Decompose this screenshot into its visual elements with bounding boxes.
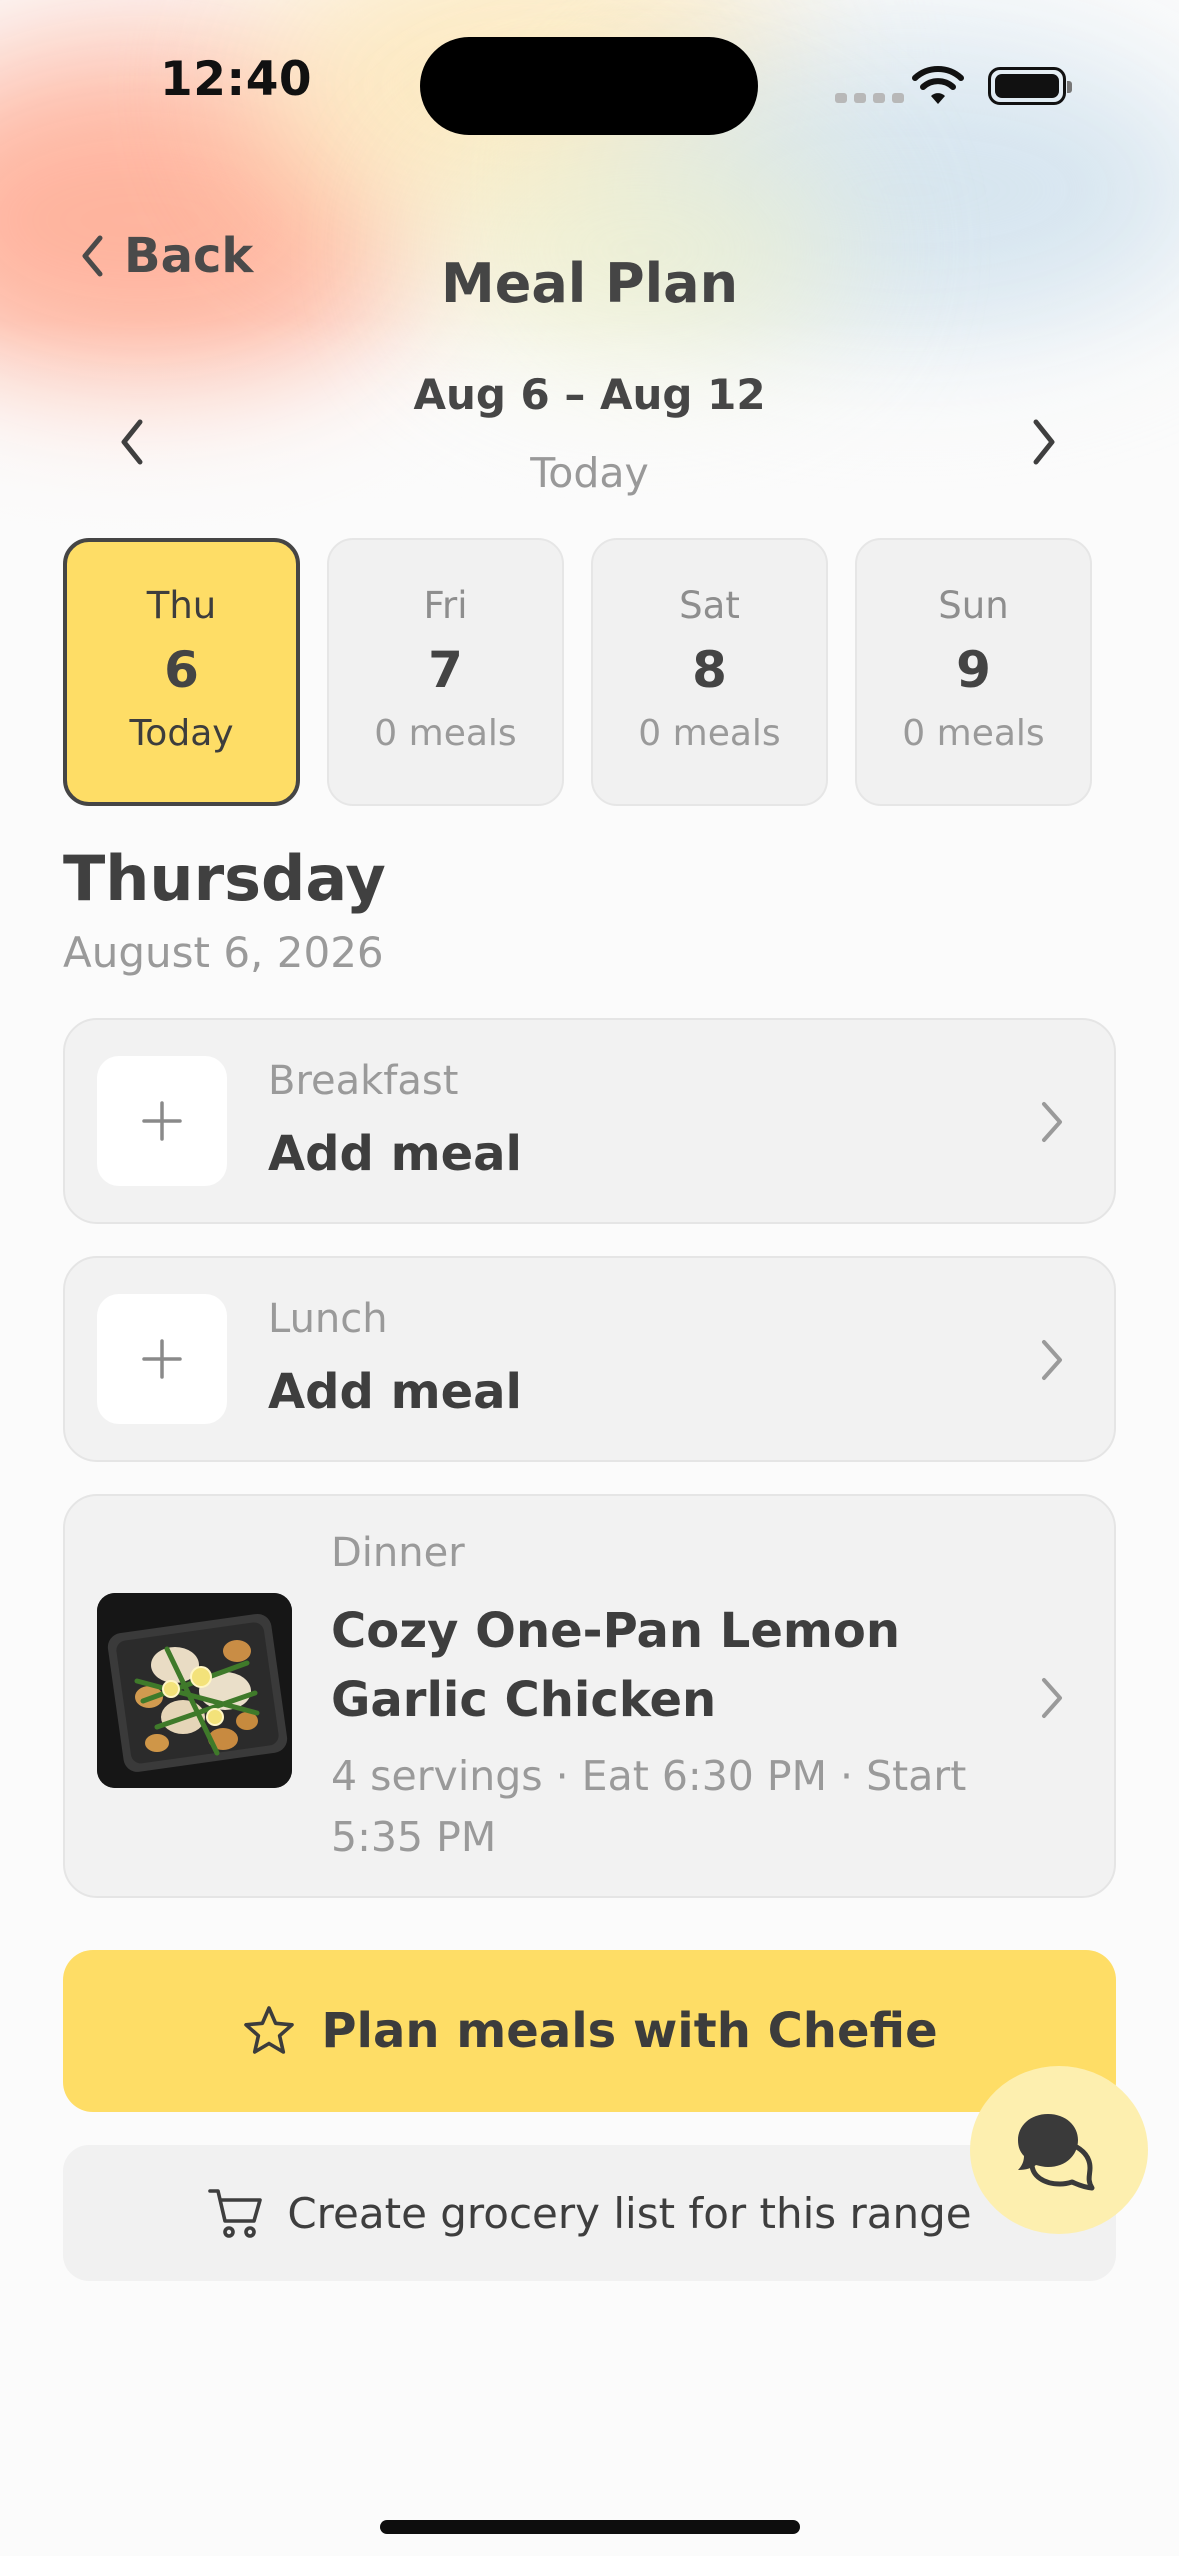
day-name: Sun (938, 584, 1009, 627)
meal-type-label: Lunch (268, 1296, 388, 1342)
add-meal-button[interactable] (97, 1056, 227, 1186)
day-name: Fri (423, 584, 468, 627)
selected-day-heading: Thursday (63, 842, 386, 915)
create-grocery-list-button[interactable]: Create grocery list for this range (63, 2145, 1116, 2281)
chevron-right-icon (1042, 1678, 1062, 1718)
status-time: 12:40 (160, 52, 313, 107)
day-meal-count: 0 meals (638, 713, 781, 754)
breakfast-card[interactable]: Breakfast Add meal (63, 1018, 1116, 1224)
wifi-icon (912, 66, 964, 104)
day-card-thu[interactable]: Thu 6 Today (63, 538, 300, 806)
day-meal-count: 0 meals (374, 713, 517, 754)
plan-button-label: Plan meals with Chefie (321, 2003, 938, 2059)
day-card-sat[interactable]: Sat 8 0 meals (591, 538, 828, 806)
add-meal-label: Add meal (268, 1126, 522, 1182)
day-selector: Thu 6 Today Fri 7 0 meals Sat 8 0 meals … (63, 538, 1092, 806)
day-number: 8 (692, 641, 727, 699)
meal-type-label: Breakfast (268, 1058, 459, 1104)
recipe-thumbnail (97, 1593, 292, 1788)
grocery-button-label: Create grocery list for this range (287, 2188, 972, 2238)
dinner-card[interactable]: Dinner Cozy One-Pan Lemon Garlic Chicken… (63, 1494, 1116, 1898)
recipe-title: Cozy One-Pan Lemon Garlic Chicken (331, 1603, 901, 1728)
cart-icon (208, 2189, 263, 2238)
page-title: Meal Plan (440, 252, 739, 315)
day-meal-count: 0 meals (902, 713, 1045, 754)
add-meal-label: Add meal (268, 1364, 522, 1420)
plus-icon (142, 1101, 182, 1141)
day-card-fri[interactable]: Fri 7 0 meals (327, 538, 564, 806)
today-button[interactable]: Today (0, 449, 1179, 497)
week-range: Aug 6 – Aug 12 (413, 370, 766, 419)
star-icon (244, 2006, 295, 2054)
chat-fab-button[interactable] (970, 2066, 1148, 2234)
day-number: 7 (428, 641, 463, 699)
chevron-right-icon (1042, 1340, 1062, 1380)
dynamic-island (420, 37, 758, 135)
day-meal-count: Today (129, 713, 234, 754)
plan-with-chefie-button[interactable]: Plan meals with Chefie (63, 1950, 1116, 2112)
chevron-right-icon (1042, 1102, 1062, 1142)
day-name: Sat (679, 584, 740, 627)
next-week-button[interactable] (1020, 414, 1068, 470)
battery-icon (988, 67, 1072, 105)
recipe-meta: 4 servings · Eat 6:30 PM · Start 5:35 PM (331, 1752, 967, 1861)
previous-week-button[interactable] (108, 414, 156, 470)
home-indicator (380, 2520, 800, 2534)
lunch-card[interactable]: Lunch Add meal (63, 1256, 1116, 1462)
signal-icon (835, 93, 904, 103)
day-number: 6 (164, 641, 199, 699)
meal-type-label: Dinner (331, 1530, 465, 1576)
selected-day-date: August 6, 2026 (63, 928, 384, 977)
day-name: Thu (146, 584, 217, 627)
chat-bubbles-icon (1018, 2114, 1095, 2191)
add-meal-button[interactable] (97, 1294, 227, 1424)
day-number: 9 (956, 641, 991, 699)
plus-icon (142, 1339, 182, 1379)
day-card-sun[interactable]: Sun 9 0 meals (855, 538, 1092, 806)
